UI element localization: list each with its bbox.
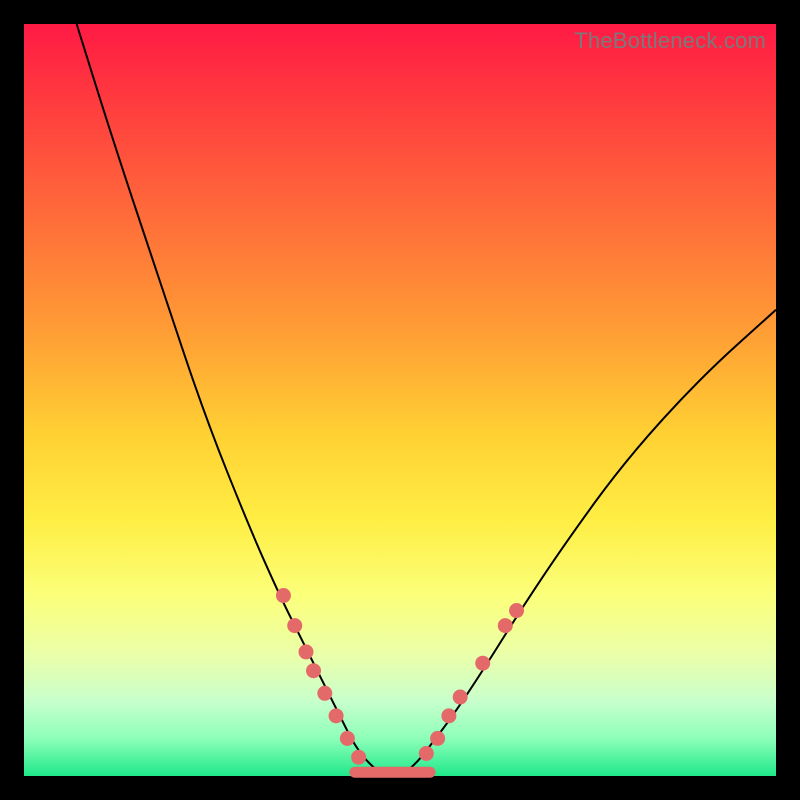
curve-marker <box>498 618 513 633</box>
curve-marker <box>329 708 344 723</box>
curve-marker <box>276 588 291 603</box>
curve-marker <box>441 708 456 723</box>
bottleneck-plot <box>24 24 776 776</box>
curve-marker <box>306 663 321 678</box>
curve-marker <box>475 656 490 671</box>
bottleneck-curve <box>77 24 776 776</box>
curve-markers <box>276 588 524 765</box>
curve-marker <box>509 603 524 618</box>
curve-marker <box>430 731 445 746</box>
curve-marker <box>351 750 366 765</box>
curve-marker <box>317 686 332 701</box>
curve-marker <box>287 618 302 633</box>
curve-marker <box>340 731 355 746</box>
curve-marker <box>299 644 314 659</box>
curve-marker <box>453 690 468 705</box>
curve-marker <box>419 746 434 761</box>
chart-frame: TheBottleneck.com <box>24 24 776 776</box>
watermark-text: TheBottleneck.com <box>574 28 766 54</box>
